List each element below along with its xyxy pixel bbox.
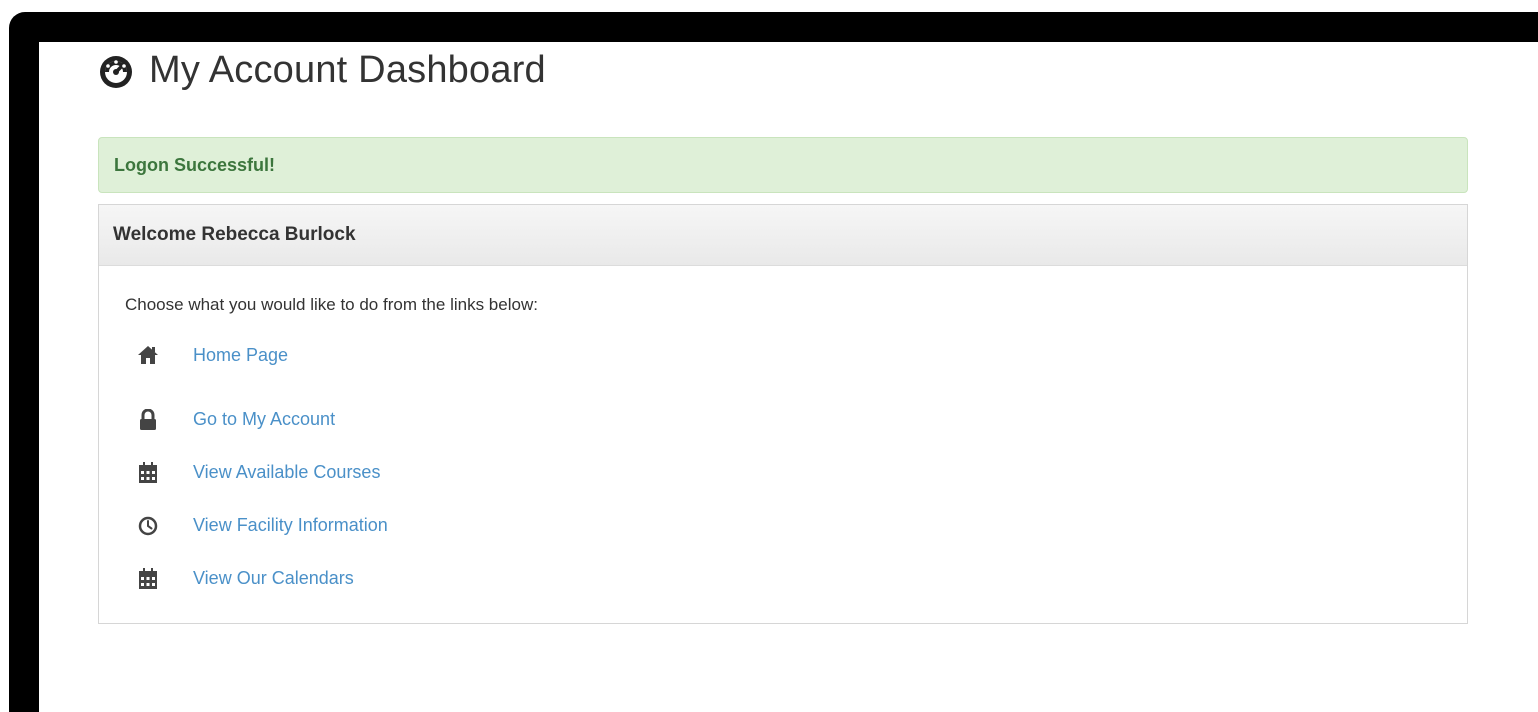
calendar-icon xyxy=(137,567,159,590)
home-page-link[interactable]: Home Page xyxy=(193,345,288,366)
clock-icon xyxy=(137,515,159,537)
welcome-panel: Welcome Rebecca Burlock Choose what you … xyxy=(98,204,1468,624)
my-account-link[interactable]: Go to My Account xyxy=(193,409,335,430)
calendar-icon xyxy=(137,461,159,484)
link-list: Home Page Go to My Account View Availabl… xyxy=(125,340,1441,605)
success-alert: Logon Successful! xyxy=(98,137,1468,193)
list-item: View Facility Information xyxy=(137,499,1441,552)
dashboard-icon xyxy=(97,51,135,89)
lock-icon xyxy=(137,408,159,431)
facility-information-link[interactable]: View Facility Information xyxy=(193,515,388,536)
panel-body: Choose what you would like to do from th… xyxy=(99,266,1467,633)
welcome-heading: Welcome Rebecca Burlock xyxy=(113,224,356,245)
available-courses-link[interactable]: View Available Courses xyxy=(193,462,380,483)
alert-message: Logon Successful! xyxy=(114,154,276,175)
list-item: View Our Calendars xyxy=(137,552,1441,605)
list-item: View Available Courses xyxy=(137,446,1441,499)
page-title-text: My Account Dashboard xyxy=(149,48,546,91)
intro-text: Choose what you would like to do from th… xyxy=(125,295,538,314)
panel-heading: Welcome Rebecca Burlock xyxy=(99,205,1467,266)
page-title: My Account Dashboard xyxy=(97,46,546,94)
list-item: Go to My Account xyxy=(137,393,1441,446)
list-item: Home Page xyxy=(137,340,1441,370)
our-calendars-link[interactable]: View Our Calendars xyxy=(193,568,354,589)
home-icon xyxy=(137,344,159,366)
